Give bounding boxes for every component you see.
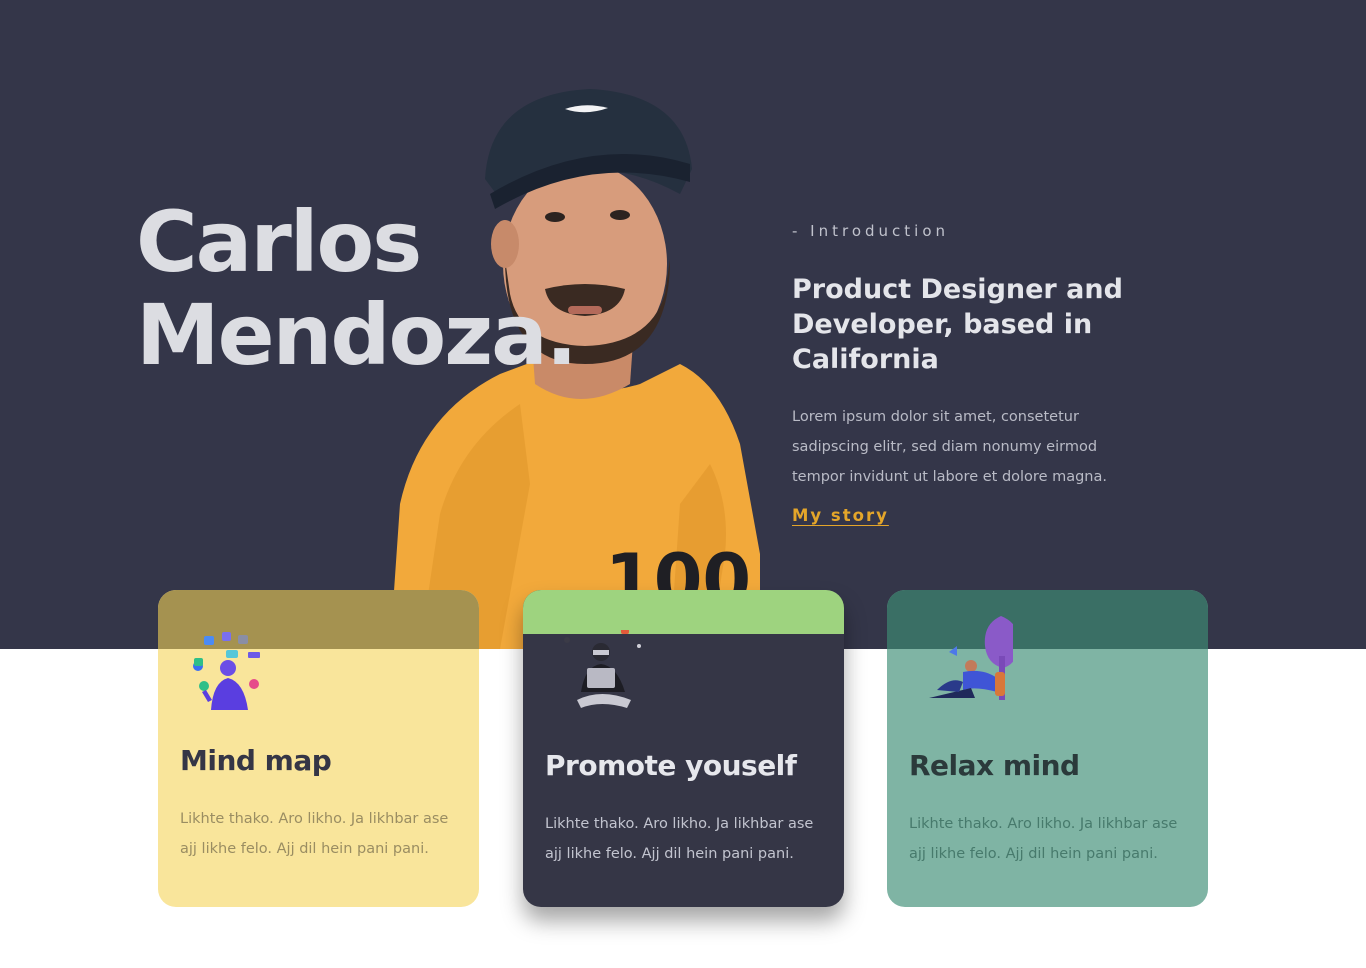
reading-under-tree-illustration-icon (929, 616, 1013, 700)
card-title: Mind map (180, 744, 332, 777)
hero-name: Carlos Mendoza. (136, 193, 578, 384)
name-last: Mendoza. (136, 286, 578, 384)
juggling-apps-illustration-icon (193, 632, 260, 710)
card-promote-yourself: Promote youself Likhte thako. Aro likho.… (523, 590, 844, 907)
card-title: Promote youself (545, 749, 797, 782)
card-mind-map: Mind map Likhte thako. Aro likho. Ja lik… (158, 590, 479, 907)
laptop-person-illustration-icon (564, 630, 641, 708)
name-first: Carlos (136, 193, 422, 291)
hero-headline: Product Designer and Developer, based in… (792, 274, 1123, 375)
intro-label: - Introduction (792, 222, 950, 240)
hero-description: Lorem ipsum dolor sit amet, consetetur s… (792, 409, 1107, 485)
card-title: Relax mind (909, 749, 1080, 782)
card-overlap-band (523, 590, 844, 634)
my-story-link[interactable]: My story (792, 506, 889, 525)
card-text: Likhte thako. Aro likho. Ja likhbar ase … (909, 816, 1178, 862)
card-text: Likhte thako. Aro likho. Ja likhbar ase … (545, 816, 814, 862)
card-relax-mind: Relax mind Likhte thako. Aro likho. Ja l… (887, 590, 1208, 907)
card-text: Likhte thako. Aro likho. Ja likhbar ase … (180, 811, 449, 857)
